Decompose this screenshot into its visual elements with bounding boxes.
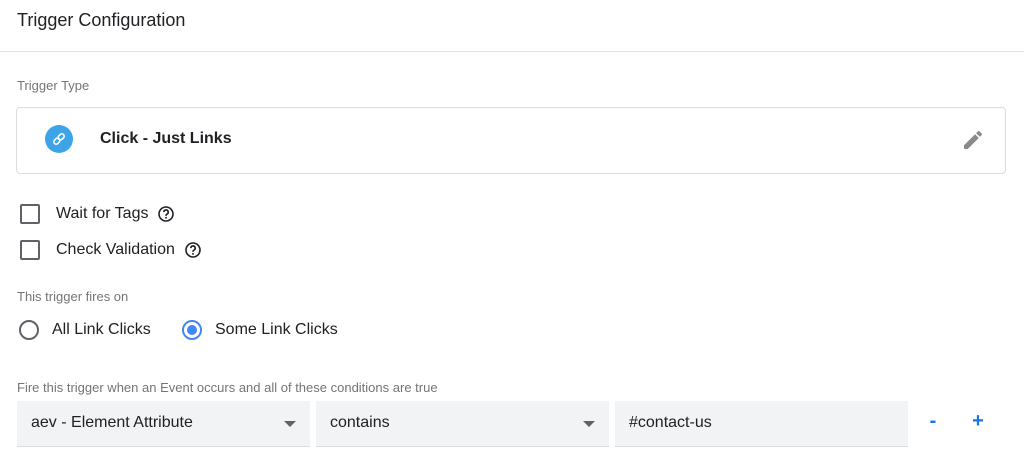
all-link-clicks-option[interactable]: All Link Clicks bbox=[19, 317, 151, 343]
variable-select-value: aev - Element Attribute bbox=[31, 414, 193, 431]
all-link-clicks-label: All Link Clicks bbox=[52, 321, 151, 338]
help-icon[interactable] bbox=[184, 241, 202, 259]
chevron-down-icon bbox=[583, 421, 595, 427]
all-link-clicks-radio[interactable] bbox=[19, 320, 39, 340]
operator-select[interactable]: contains bbox=[316, 401, 609, 447]
fires-on-label: This trigger fires on bbox=[17, 289, 129, 304]
some-link-clicks-option[interactable]: Some Link Clicks bbox=[182, 317, 338, 343]
wait-for-tags-option[interactable]: Wait for Tags bbox=[20, 202, 175, 226]
trigger-type-label: Trigger Type bbox=[17, 78, 90, 93]
wait-for-tags-checkbox[interactable] bbox=[20, 204, 40, 224]
condition-value-text: #contact-us bbox=[629, 414, 712, 431]
some-link-clicks-radio[interactable] bbox=[182, 320, 202, 340]
condition-value-input[interactable]: #contact-us bbox=[615, 401, 908, 447]
operator-select-value: contains bbox=[330, 414, 390, 431]
page-title: Trigger Configuration bbox=[17, 10, 186, 30]
check-validation-checkbox[interactable] bbox=[20, 240, 40, 260]
trigger-type-card[interactable]: Click - Just Links bbox=[16, 107, 1006, 174]
some-link-clicks-label: Some Link Clicks bbox=[215, 321, 338, 338]
page-header: Trigger Configuration bbox=[0, 0, 1024, 52]
check-validation-label: Check Validation bbox=[56, 241, 175, 258]
help-icon[interactable] bbox=[157, 205, 175, 223]
conditions-label: Fire this trigger when an Event occurs a… bbox=[17, 380, 438, 395]
pencil-icon[interactable] bbox=[961, 128, 985, 152]
wait-for-tags-label: Wait for Tags bbox=[56, 205, 149, 222]
variable-select[interactable]: aev - Element Attribute bbox=[17, 401, 310, 447]
link-icon bbox=[45, 125, 73, 153]
trigger-type-name: Click - Just Links bbox=[100, 130, 232, 147]
remove-condition-button[interactable]: - bbox=[921, 410, 945, 436]
check-validation-option[interactable]: Check Validation bbox=[20, 238, 202, 262]
add-condition-button[interactable]: + bbox=[966, 410, 990, 436]
chevron-down-icon bbox=[284, 421, 296, 427]
